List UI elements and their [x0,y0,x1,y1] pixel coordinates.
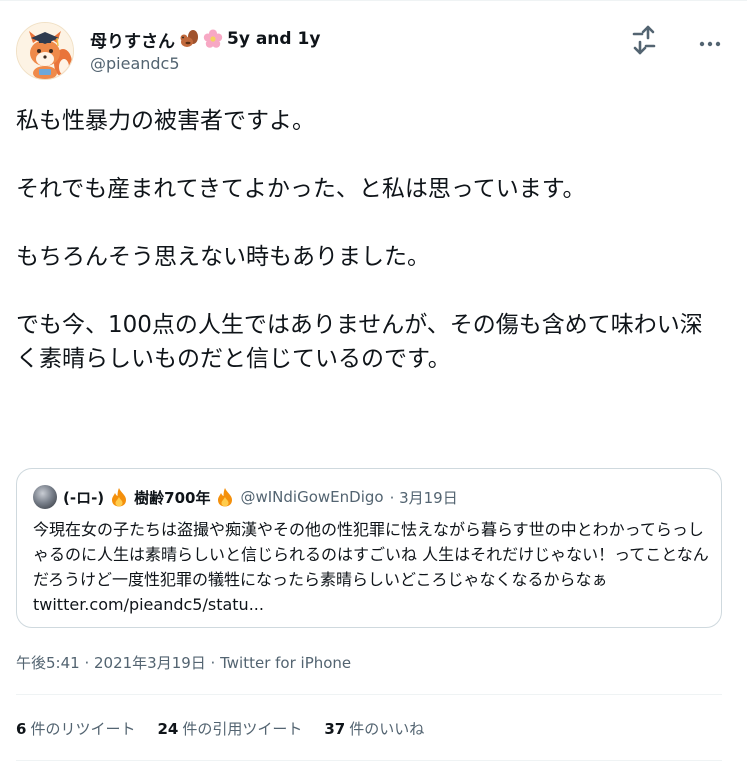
retweet-count: 6 [16,719,27,738]
retweet-label: 件のリツイート [30,719,136,738]
fox-graduate-avatar-icon [17,23,73,79]
like-label: 件のいいね [349,719,425,738]
like-count-link[interactable]: 37 件のいいね [324,718,424,739]
cherry-blossom-icon [203,29,223,48]
quoted-tweet-header: (-ロ-) 樹齢700年 @wINdiGowEnDigo · 3月19日 [63,485,458,509]
author-name-row[interactable]: 母りすさん 5y and 1y [90,27,320,52]
tweet-body: 私も性暴力の被害者ですよ。 それでも産まれてきてよかった、と私は思っています。 … [16,104,716,376]
quoted-tweet-text: 今現在女の子たちは盗撮や痴漢やその他の性犯罪に怯えながら暮らす世の中とわかってら… [33,520,709,614]
quoted-handle: @wINdiGowEnDigo [240,488,384,506]
chipmunk-icon [180,30,198,47]
tweet-paragraph: それでも産まれてきてよかった、と私は思っています。 [16,176,586,202]
more-options-icon[interactable] [696,30,724,58]
quoted-name-prefix: (-ロ-) [63,488,105,507]
like-count: 37 [324,719,346,738]
tweet-paragraph: でも今、100点の人生ではありませんが、その傷も含めて味わい深く素晴らしいものだ… [16,312,703,372]
author-name-suffix[interactable]: 5y and 1y [227,29,320,49]
quoted-date: · 3月19日 [389,488,458,507]
fire-icon [218,488,233,507]
author-handle[interactable]: @pieandc5 [90,54,180,73]
top-border [0,0,747,1]
quote-count-link[interactable]: 24 件の引用ツイート [157,718,302,739]
tweet-paragraph: もちろんそう思えない時もありました。 [16,244,430,270]
retweet-arrows-icon[interactable] [626,22,662,58]
quote-label: 件の引用ツイート [182,719,303,738]
quoted-tweet-card[interactable]: (-ロ-) 樹齢700年 @wINdiGowEnDigo · 3月19日 今現在… [16,468,722,628]
engagement-stats: 6 件のリツイート 24 件の引用ツイート 37 件のいいね [16,716,424,740]
divider [16,694,722,695]
retweet-count-link[interactable]: 6 件のリツイート [16,718,135,739]
fire-icon [112,488,127,507]
tweet-timestamp[interactable]: 午後5:41 · 2021年3月19日 · Twitter for iPhone [16,652,351,673]
quoted-display-name: 樹齢700年 [134,488,211,507]
author-avatar[interactable] [16,22,74,80]
quoted-author-avatar[interactable] [33,485,57,509]
author-display-name[interactable]: 母りすさん [90,27,175,52]
quote-count: 24 [157,719,179,738]
tweet-paragraph: 私も性暴力の被害者ですよ。 [16,108,315,134]
tweet-detail: 母りすさん 5y and 1y @pieandc5 私も性暴力の被害者ですよ。 … [0,0,747,761]
